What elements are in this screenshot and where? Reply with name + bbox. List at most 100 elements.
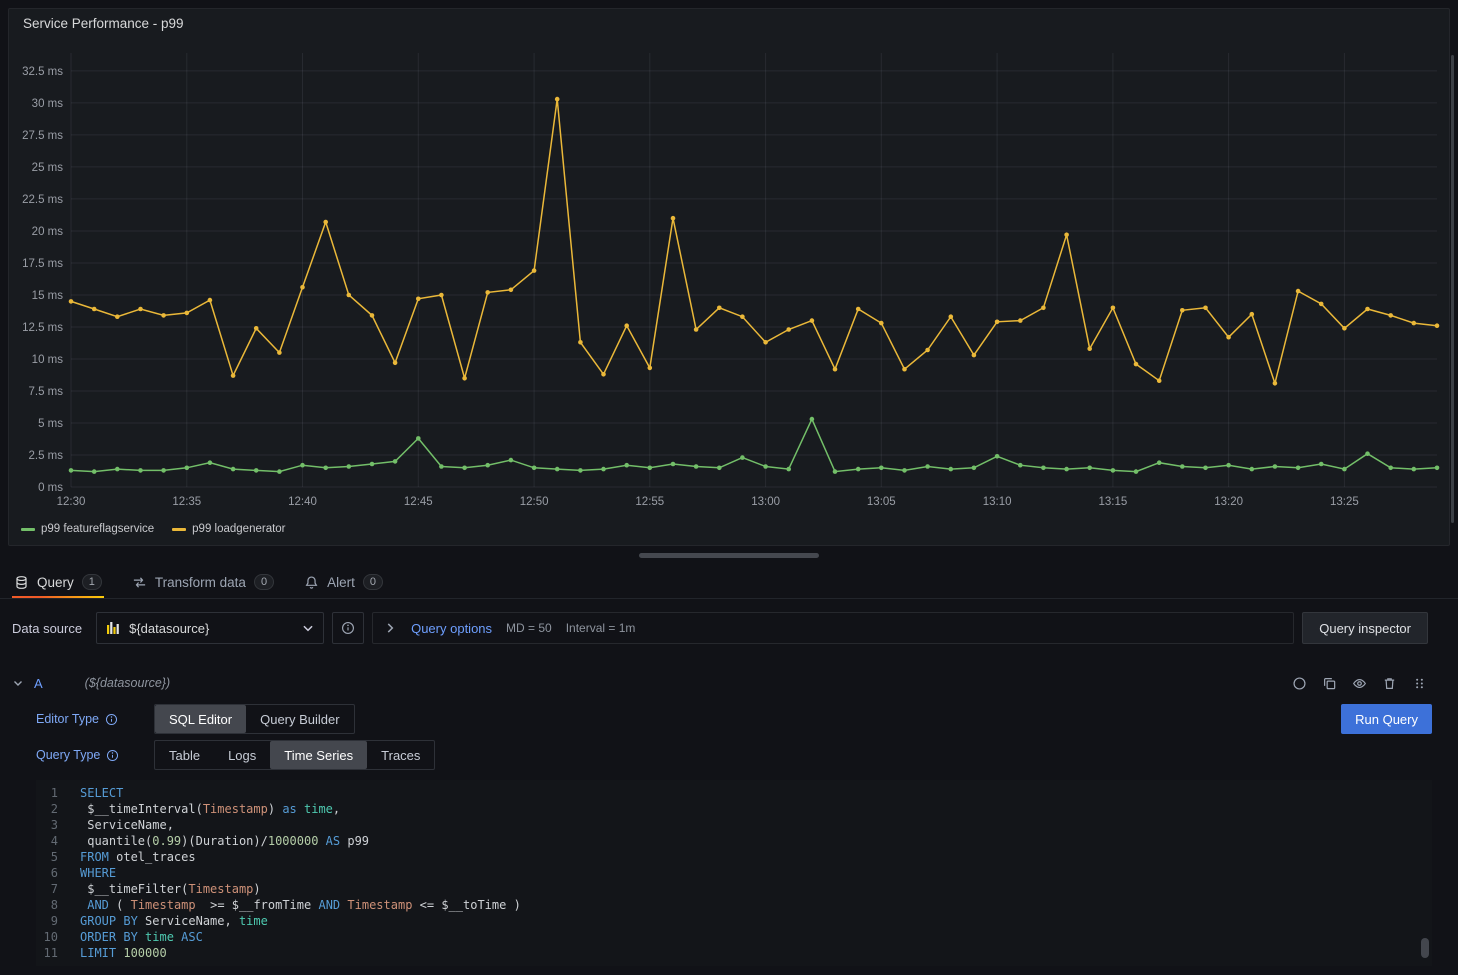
line-number: 10 bbox=[36, 929, 58, 945]
line-number: 4 bbox=[36, 833, 58, 849]
run-query-button[interactable]: Run Query bbox=[1341, 704, 1432, 734]
code-line[interactable]: 10ORDER BY time ASC bbox=[36, 929, 1432, 945]
code-line[interactable]: 3 ServiceName, bbox=[36, 817, 1432, 833]
database-icon bbox=[14, 575, 29, 590]
drag-handle[interactable] bbox=[1406, 671, 1432, 695]
svg-text:13:20: 13:20 bbox=[1214, 496, 1243, 508]
query-actions bbox=[1286, 671, 1432, 695]
svg-text:10 ms: 10 ms bbox=[32, 354, 64, 366]
query-options-row[interactable]: Query options MD = 50 Interval = 1m bbox=[372, 612, 1294, 644]
code-line[interactable]: 2 $__timeInterval(Timestamp) as time, bbox=[36, 801, 1432, 817]
code-line[interactable]: 7 $__timeFilter(Timestamp) bbox=[36, 881, 1432, 897]
svg-text:13:05: 13:05 bbox=[867, 496, 896, 508]
info-circle-icon bbox=[341, 621, 355, 635]
option-sql-editor[interactable]: SQL Editor bbox=[155, 705, 246, 733]
transform-icon bbox=[132, 575, 147, 590]
legend-label: p99 featureflagservice bbox=[41, 523, 154, 535]
editor-scrollbar[interactable] bbox=[1421, 938, 1429, 958]
option-query-builder[interactable]: Query Builder bbox=[246, 705, 353, 733]
query-row-header[interactable]: A (${datasource}) bbox=[12, 668, 1432, 698]
disable-query-button[interactable] bbox=[1286, 671, 1312, 695]
max-data-points: MD = 50 bbox=[506, 621, 552, 635]
line-number: 11 bbox=[36, 945, 58, 961]
option-logs[interactable]: Logs bbox=[214, 741, 270, 769]
timeseries-chart[interactable]: 12:3012:3512:4012:4512:5012:5513:0013:05… bbox=[9, 37, 1449, 521]
line-number: 7 bbox=[36, 881, 58, 897]
editor-type-group: SQL EditorQuery Builder bbox=[154, 704, 355, 734]
svg-text:12:30: 12:30 bbox=[57, 496, 86, 508]
tab-label: Alert bbox=[327, 575, 355, 590]
remove-query-button[interactable] bbox=[1376, 671, 1402, 695]
query-options-label: Query options bbox=[411, 621, 492, 636]
horizontal-scrollbar[interactable] bbox=[639, 553, 819, 558]
query-inspector-button[interactable]: Query inspector bbox=[1302, 612, 1428, 644]
code-line[interactable]: 8 AND ( Timestamp >= $__fromTime AND Tim… bbox=[36, 897, 1432, 913]
copy-icon bbox=[1322, 676, 1337, 691]
datasource-value: ${datasource} bbox=[129, 621, 293, 636]
svg-text:13:15: 13:15 bbox=[1099, 496, 1128, 508]
svg-text:17.5 ms: 17.5 ms bbox=[22, 258, 63, 270]
svg-text:12:40: 12:40 bbox=[288, 496, 317, 508]
svg-text:20 ms: 20 ms bbox=[32, 226, 64, 238]
line-number: 5 bbox=[36, 849, 58, 865]
legend-swatch bbox=[21, 528, 35, 531]
query-toolbar: Data source ${datasource} Query options … bbox=[0, 599, 1458, 652]
svg-text:12:45: 12:45 bbox=[404, 496, 433, 508]
circle-icon bbox=[1292, 676, 1307, 691]
info-circle-icon[interactable] bbox=[106, 749, 119, 762]
legend-label: p99 loadgenerator bbox=[192, 523, 285, 535]
scrollbar-track bbox=[0, 546, 1458, 566]
code-line[interactable]: 6WHERE bbox=[36, 865, 1432, 881]
code-line[interactable]: 5FROM otel_traces bbox=[36, 849, 1432, 865]
tab-badge: 0 bbox=[363, 574, 383, 590]
tab-badge: 0 bbox=[254, 574, 274, 590]
chevron-down-icon bbox=[301, 621, 315, 635]
code-line[interactable]: 9GROUP BY ServiceName, time bbox=[36, 913, 1432, 929]
timeseries-panel: Service Performance - p99 12:3012:3512:4… bbox=[8, 8, 1450, 546]
code-line[interactable]: 1SELECT bbox=[36, 785, 1432, 801]
line-number: 2 bbox=[36, 801, 58, 817]
option-table[interactable]: Table bbox=[155, 741, 214, 769]
code-line[interactable]: 4 quantile(0.99)(Duration)/1000000 AS p9… bbox=[36, 833, 1432, 849]
legend-item[interactable]: p99 featureflagservice bbox=[21, 523, 154, 535]
page-scrollbar[interactable] bbox=[1451, 55, 1454, 523]
sql-editor[interactable]: 1SELECT2 $__timeInterval(Timestamp) as t… bbox=[36, 780, 1432, 966]
tab-alert[interactable]: Alert 0 bbox=[304, 566, 383, 598]
datasource-icon bbox=[105, 620, 121, 636]
hide-response-button[interactable] bbox=[1346, 671, 1372, 695]
info-circle-icon[interactable] bbox=[105, 713, 118, 726]
option-traces[interactable]: Traces bbox=[367, 741, 434, 769]
eye-icon bbox=[1352, 676, 1367, 691]
svg-text:13:00: 13:00 bbox=[751, 496, 780, 508]
datasource-info-button[interactable] bbox=[332, 612, 364, 644]
tab-query[interactable]: Query 1 bbox=[14, 566, 102, 598]
active-tab-underline bbox=[12, 596, 104, 598]
editor-type-row: Editor Type SQL EditorQuery Builder Run … bbox=[36, 704, 1432, 734]
option-time-series[interactable]: Time Series bbox=[270, 741, 367, 769]
line-number: 9 bbox=[36, 913, 58, 929]
chevron-right-icon bbox=[383, 621, 397, 635]
svg-text:30 ms: 30 ms bbox=[32, 98, 64, 110]
sql-editor-lines: 1SELECT2 $__timeInterval(Timestamp) as t… bbox=[36, 785, 1432, 961]
tab-label: Query bbox=[37, 575, 74, 590]
svg-text:15 ms: 15 ms bbox=[32, 290, 64, 302]
tab-label: Transform data bbox=[155, 575, 246, 590]
datasource-label: Data source bbox=[12, 621, 82, 636]
svg-text:12:55: 12:55 bbox=[635, 496, 664, 508]
svg-text:22.5 ms: 22.5 ms bbox=[22, 194, 63, 206]
svg-text:7.5 ms: 7.5 ms bbox=[28, 386, 63, 398]
chart-legend: p99 featureflagservice p99 loadgenerator bbox=[9, 521, 1449, 535]
svg-text:27.5 ms: 27.5 ms bbox=[22, 130, 63, 142]
panel-header[interactable]: Service Performance - p99 bbox=[9, 9, 1449, 37]
bell-icon bbox=[304, 575, 319, 590]
query-type-label: Query Type bbox=[36, 748, 154, 762]
line-number: 1 bbox=[36, 785, 58, 801]
tab-badge: 1 bbox=[82, 574, 102, 590]
datasource-picker[interactable]: ${datasource} bbox=[96, 612, 324, 644]
tab-transform-data[interactable]: Transform data 0 bbox=[132, 566, 274, 598]
code-line[interactable]: 11LIMIT 100000 bbox=[36, 945, 1432, 961]
duplicate-query-button[interactable] bbox=[1316, 671, 1342, 695]
grafana-panel-editor: Service Performance - p99 12:3012:3512:4… bbox=[0, 8, 1458, 966]
legend-item[interactable]: p99 loadgenerator bbox=[172, 523, 285, 535]
legend-swatch bbox=[172, 528, 186, 531]
